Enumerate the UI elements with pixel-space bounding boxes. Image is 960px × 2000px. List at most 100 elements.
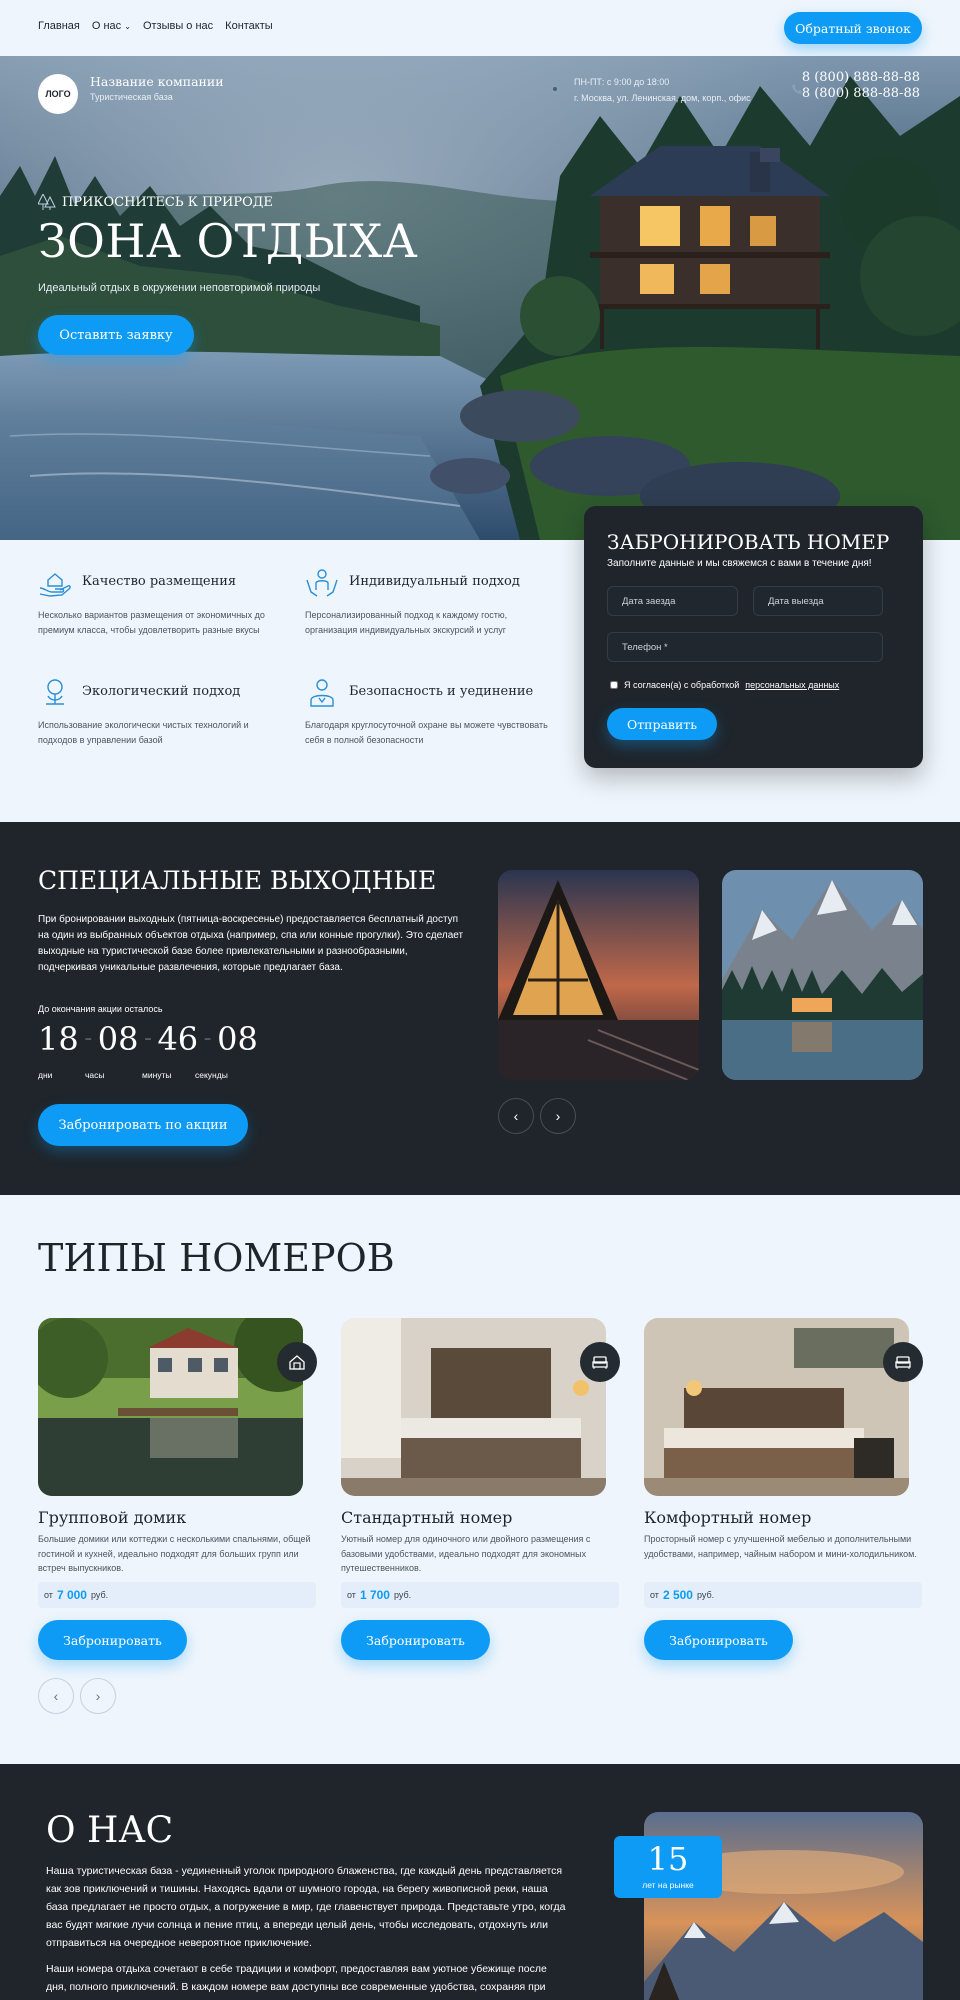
about-section: О НАС Наша туристическая база - уединенн… — [0, 1764, 960, 2000]
guard-person-icon — [310, 679, 334, 707]
unit-hours: часы — [85, 1070, 105, 1080]
room-price: от 7 000 руб. — [38, 1582, 316, 1608]
booking-subtitle: Заполните данные и мы свяжемся с вами в … — [607, 558, 872, 569]
phone-icon — [792, 84, 802, 94]
timer-separator: – — [84, 1031, 92, 1047]
timer-label: До окончания акции осталось — [38, 1004, 163, 1014]
company-name: Название компании — [90, 74, 224, 89]
feature-description: Персонализированный подход к каждому гос… — [305, 610, 508, 635]
feature-description: Несколько вариантов размещения от эконом… — [38, 610, 265, 635]
nav-item-about-label: О нас — [91, 20, 122, 32]
years-label: лет на рынке — [642, 1880, 694, 1890]
booking-form: ЗАБРОНИРОВАТЬ НОМЕР Заполните данные и м… — [584, 506, 923, 768]
nav-item-reviews[interactable]: Отзывы о нас — [143, 20, 213, 32]
standard-room-image — [341, 1318, 606, 1496]
timer-minutes: 46 — [157, 1020, 199, 1058]
room-description: Просторный номер с улучшенной мебелью и … — [644, 1534, 917, 1559]
room-description: Уютный номер для одиночного или двойного… — [341, 1534, 591, 1573]
hero-title: ЗОНА ОТДЫХА — [38, 214, 419, 268]
nav-item-contacts[interactable]: Контакты — [225, 20, 273, 32]
rooms-next-button[interactable]: › — [80, 1678, 116, 1714]
callback-button[interactable]: Обратный звонок — [784, 12, 922, 44]
address: г. Москва, ул. Ленинская, дом, корп., оф… — [574, 93, 751, 103]
bed-icon — [580, 1342, 620, 1382]
rooms-prev-button[interactable]: ‹ — [38, 1678, 74, 1714]
logo[interactable]: ЛОГО — [38, 74, 78, 114]
room-price: от 2 500 руб. — [644, 1582, 922, 1608]
checkout-date-input[interactable] — [753, 586, 883, 616]
years-number: 15 — [647, 1840, 689, 1878]
price-value: 1 700 — [359, 1588, 390, 1602]
room-name: Стандартный номер — [341, 1508, 513, 1527]
location-pin-icon — [550, 84, 560, 96]
book-room-button[interactable]: Забронировать — [341, 1620, 490, 1660]
price-suffix: руб. — [90, 1590, 109, 1600]
phone-numbers: 8 (800) 888-88-88 8 (800) 888-88-88 — [802, 70, 920, 102]
price-prefix: от — [44, 1590, 53, 1600]
special-prev-button[interactable]: ‹ — [498, 1098, 534, 1134]
eco-plant-icon — [46, 679, 64, 705]
cottage-icon — [277, 1342, 317, 1382]
book-room-button[interactable]: Забронировать — [644, 1620, 793, 1660]
timer-hours: 08 — [97, 1020, 139, 1058]
feature-description: Использование экологически чистых технол… — [38, 720, 249, 745]
nav-links: Главная О нас ⌄ Отзывы о нас Контакты — [38, 20, 273, 32]
feature-description: Благодаря круглосуточной охране вы может… — [305, 720, 548, 745]
phone-input[interactable] — [607, 632, 883, 662]
submit-button[interactable]: Отправить — [607, 708, 717, 740]
hero-kicker: ПРИКОСНИТЕСЬ К ПРИРОДЕ — [38, 194, 273, 210]
checkin-date-input[interactable] — [607, 586, 738, 616]
hero-kicker-text: ПРИКОСНИТЕСЬ К ПРИРОДЕ — [62, 194, 273, 210]
group-house-image — [38, 1318, 303, 1496]
chevron-down-icon: ⌄ — [124, 22, 131, 31]
unit-seconds: секунды — [195, 1070, 228, 1080]
hands-house-icon — [39, 573, 71, 597]
special-description: При бронировании выходных (пятница-воскр… — [38, 914, 464, 973]
room-name: Комфортный номер — [644, 1508, 812, 1527]
book-promo-button[interactable]: Забронировать по акции — [38, 1104, 248, 1146]
countdown-timer: 18 – 08 – 46 – 08 — [38, 1020, 258, 1058]
personal-data-link[interactable]: персональных данных — [745, 680, 839, 690]
special-title: СПЕЦИАЛЬНЫЕ ВЫХОДНЫЕ — [38, 866, 437, 895]
feature-title: Качество размещения — [82, 574, 237, 589]
book-room-button[interactable]: Забронировать — [38, 1620, 187, 1660]
room-price: от 1 700 руб. — [341, 1582, 619, 1608]
timer-seconds: 08 — [217, 1020, 258, 1058]
nav-item-about[interactable]: О нас ⌄ — [92, 20, 131, 32]
about-paragraph: Наши номера отдыха сочетают в себе тради… — [46, 1963, 547, 2000]
mountain-lake-image — [722, 870, 923, 1080]
feature-title: Индивидуальный подход — [349, 574, 520, 589]
consent-text: Я согласен(а) с обработкой — [624, 680, 740, 690]
unit-minutes: минуты — [142, 1070, 172, 1080]
phone-number-2[interactable]: 8 (800) 888-88-88 — [802, 86, 920, 102]
aframe-cabin-image — [498, 870, 699, 1080]
trees-icon — [38, 194, 56, 210]
hero-section: ЛОГО Название компании Туристическая баз… — [0, 56, 960, 540]
nav-item-home[interactable]: Главная — [38, 20, 80, 32]
phone-number-1[interactable]: 8 (800) 888-88-88 — [802, 70, 920, 86]
years-on-market-badge: 15 лет на рынке — [614, 1836, 722, 1898]
consent-checkbox-row[interactable]: Я согласен(а) с обработкой персональных … — [610, 680, 839, 690]
consent-checkbox[interactable] — [610, 681, 618, 689]
timer-separator: – — [144, 1031, 152, 1047]
timer-days: 18 — [38, 1020, 79, 1058]
price-value: 2 500 — [662, 1588, 693, 1602]
special-next-button[interactable]: › — [540, 1098, 576, 1134]
top-nav: Главная О нас ⌄ Отзывы о нас Контакты Об… — [0, 0, 960, 56]
person-hands-icon — [306, 569, 338, 597]
about-title: О НАС — [46, 1810, 174, 1851]
rooms-title: ТИПЫ НОМЕРОВ — [38, 1236, 395, 1280]
price-suffix: руб. — [696, 1590, 715, 1600]
special-weekends-section: СПЕЦИАЛЬНЫЕ ВЫХОДНЫЕ При бронировании вы… — [0, 822, 960, 1195]
about-text: Наша туристическая база - уединенный уго… — [46, 1862, 568, 2000]
hero-landscape-image — [0, 56, 960, 540]
address-hours: ПН-ПТ: с 9:00 до 18:00 г. Москва, ул. Ле… — [574, 74, 751, 106]
company-subtitle: Туристическая база — [90, 92, 173, 102]
leave-request-button[interactable]: Оставить заявку — [38, 315, 194, 355]
hero-subtitle: Идеальный отдых в окружении неповторимой… — [38, 282, 321, 294]
room-name: Групповой домик — [38, 1508, 187, 1527]
timer-separator: – — [204, 1031, 212, 1047]
about-paragraph: Наша туристическая база - уединенный уго… — [46, 1865, 566, 1949]
bed-icon — [883, 1342, 923, 1382]
working-hours: ПН-ПТ: с 9:00 до 18:00 — [574, 77, 670, 87]
